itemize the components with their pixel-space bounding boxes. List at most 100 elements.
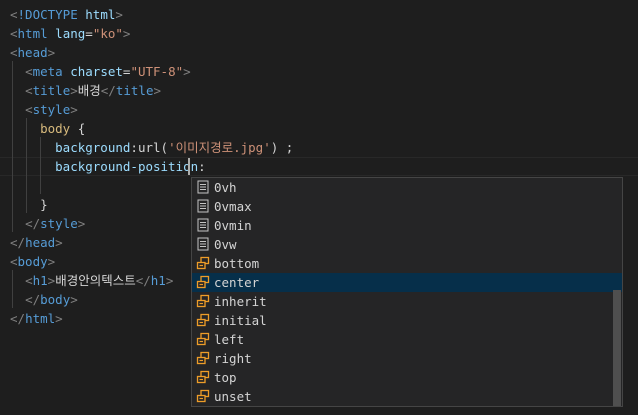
suggestion-label: center: [214, 275, 260, 290]
code-token: title: [115, 83, 154, 98]
enum-icon: [196, 332, 210, 346]
code-line[interactable]: </style>: [10, 214, 85, 233]
suggestion-label: left: [214, 332, 245, 347]
code-line[interactable]: background-position:: [10, 157, 206, 176]
code-token: lang: [55, 26, 86, 41]
code-token: ) ;: [270, 140, 294, 155]
code-token: 배경안의텍스트: [55, 273, 136, 288]
value-icon: [196, 180, 210, 194]
code-token: >: [47, 254, 56, 269]
suggestion-item-0vh[interactable]: 0vh: [192, 178, 622, 197]
suggestion-widget[interactable]: 0vh 0vmax 0vmin 0vw bottom center inherit initi…: [191, 177, 623, 407]
code-token: <: [10, 26, 18, 41]
code-token: background-position: [55, 159, 199, 174]
code-line[interactable]: }: [10, 195, 48, 214]
suggestion-item-bottom[interactable]: bottom: [192, 254, 622, 273]
code-line[interactable]: body {: [10, 119, 85, 138]
code-token: <: [25, 64, 33, 79]
suggestion-item-0vmax[interactable]: 0vmax: [192, 197, 622, 216]
suggestion-item-top[interactable]: top: [192, 368, 622, 387]
suggestion-item-0vmin[interactable]: 0vmin: [192, 216, 622, 235]
code-token: </: [10, 235, 26, 250]
suggestion-scrollbar[interactable]: [613, 290, 621, 406]
suggestion-label: bottom: [214, 256, 260, 271]
code-token: html: [25, 311, 56, 326]
suggestion-item-center[interactable]: center: [192, 273, 622, 292]
code-token: background: [55, 140, 131, 155]
code-token: :: [198, 159, 206, 174]
code-token: url(: [137, 140, 169, 155]
suggestion-item-inherit[interactable]: inherit: [192, 292, 622, 311]
code-token: '이미지경로.jpg': [168, 140, 271, 155]
code-token: >: [70, 83, 78, 98]
suggestion-item-unset[interactable]: unset: [192, 387, 622, 406]
code-token: body: [40, 121, 71, 136]
suggestion-item-0vw[interactable]: 0vw: [192, 235, 622, 254]
code-token: head: [17, 45, 48, 60]
enum-icon: [196, 313, 210, 327]
code-line[interactable]: <title>배경</title>: [10, 81, 161, 100]
code-token: {: [77, 121, 86, 136]
enum-icon: [196, 370, 210, 384]
code-line[interactable]: <!DOCTYPE html>: [10, 5, 123, 24]
code-editor[interactable]: <!DOCTYPE html> <html lang="ko"> <head> <m…: [0, 0, 638, 415]
code-token: </: [135, 273, 151, 288]
code-token: <: [25, 102, 33, 117]
suggestion-label: unset: [214, 389, 252, 404]
suggestion-label: initial: [214, 313, 267, 328]
code-token: >: [115, 7, 123, 22]
code-line[interactable]: </head>: [10, 233, 63, 252]
enum-icon: [196, 294, 210, 308]
code-token: </: [25, 292, 41, 307]
code-line[interactable]: <h1>배경안의텍스트</h1>: [10, 271, 173, 290]
value-icon: [196, 237, 210, 251]
enum-icon: [196, 256, 210, 270]
suggestion-item-initial[interactable]: initial: [192, 311, 622, 330]
suggestion-label: top: [214, 370, 237, 385]
code-token: html: [17, 26, 48, 41]
code-line[interactable]: background:url('이미지경로.jpg') ;: [10, 138, 293, 157]
suggestion-label: right: [214, 351, 252, 366]
value-icon: [196, 199, 210, 213]
suggestion-item-right[interactable]: right: [192, 349, 622, 368]
code-token: <: [10, 7, 18, 22]
code-token: <: [10, 45, 18, 60]
value-icon: [196, 218, 210, 232]
code-token: }: [40, 197, 48, 212]
suggestion-item-left[interactable]: left: [192, 330, 622, 349]
code-token: =: [85, 26, 93, 41]
enum-icon: [196, 389, 210, 403]
code-token: >: [55, 311, 63, 326]
code-token: html: [85, 7, 116, 22]
code-token: body: [40, 292, 71, 307]
code-token: >: [70, 102, 78, 117]
code-line[interactable]: <head>: [10, 43, 55, 62]
code-token: </: [10, 311, 26, 326]
code-token: >: [47, 45, 56, 60]
code-line[interactable]: <html lang="ko">: [10, 24, 130, 43]
code-token: :: [130, 140, 138, 155]
code-token: </: [25, 216, 41, 231]
code-token: "ko": [92, 26, 123, 41]
suggestion-label: 0vh: [214, 180, 237, 195]
code-line[interactable]: </body>: [10, 290, 78, 309]
code-token: "UTF-8": [130, 64, 184, 79]
code-token: >: [183, 64, 191, 79]
top-edge: [0, 0, 638, 4]
code-token: 배경: [77, 83, 101, 98]
enum-icon: [196, 351, 210, 365]
code-line[interactable]: <meta charset="UTF-8">: [10, 62, 191, 81]
code-token: charset: [70, 64, 123, 79]
code-line[interactable]: <body>: [10, 252, 55, 271]
code-token: style: [40, 216, 78, 231]
code-line[interactable]: </html>: [10, 309, 63, 328]
code-line[interactable]: <style>: [10, 100, 78, 119]
